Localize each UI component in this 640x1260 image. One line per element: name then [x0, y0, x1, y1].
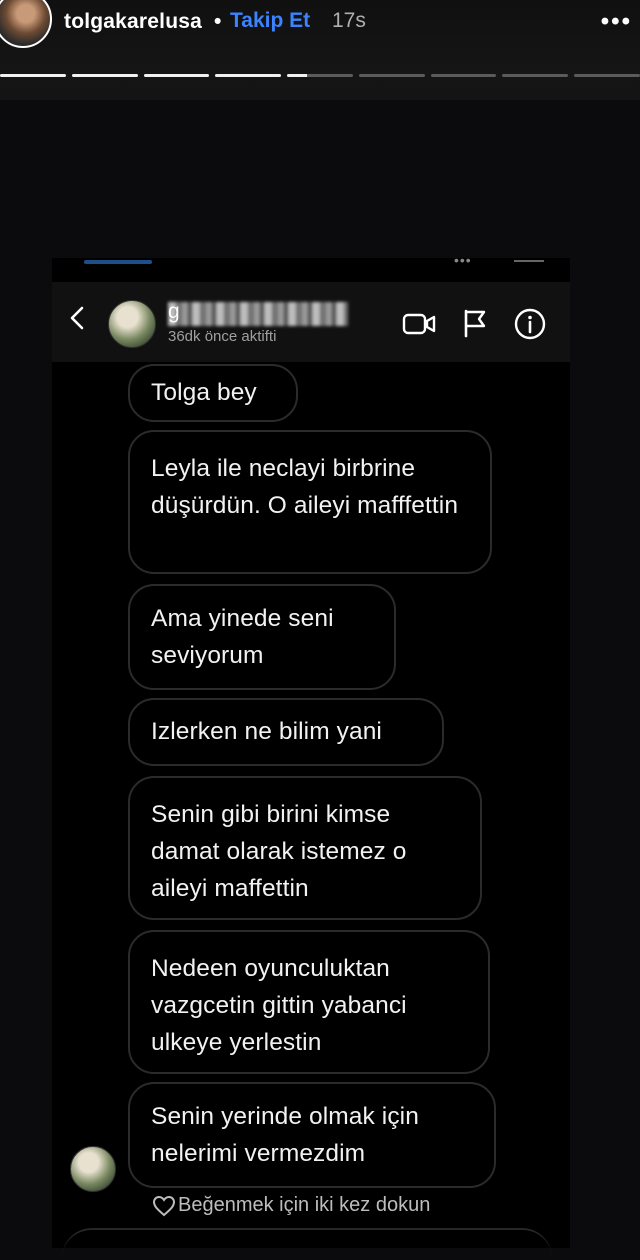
message-bubble[interactable]: Leyla ile neclayi birbrine düşürdün. O a… — [128, 430, 492, 574]
heart-icon[interactable] — [152, 1195, 176, 1217]
message-bubble[interactable]: Ama yinede seni seviyorum — [128, 584, 396, 690]
info-icon[interactable] — [514, 308, 546, 340]
progress-segment — [0, 74, 66, 77]
story-progress-bar — [0, 74, 640, 78]
dm-active-status: 36dk önce aktifti — [168, 328, 277, 345]
message-bubble[interactable]: Senin gibi birini kimse damat olarak ist… — [128, 776, 482, 920]
separator-dot: • — [214, 10, 222, 33]
sender-avatar[interactable] — [70, 1146, 116, 1192]
message-bubble[interactable]: Tolga bey — [128, 364, 298, 422]
story-avatar[interactable] — [0, 0, 52, 48]
progress-segment — [502, 74, 569, 77]
message-bubble[interactable]: Izlerken ne bilim yani — [128, 698, 444, 766]
like-hint-text: Beğenmek için iki kez dokun — [178, 1194, 431, 1216]
mini-more-icon: ••• — [454, 252, 472, 268]
progress-segment — [143, 74, 210, 77]
message-bubble[interactable]: Nedeen oyunculuktan vazgcetin gittin yab… — [128, 930, 490, 1074]
dm-avatar[interactable] — [108, 300, 156, 348]
dm-name-initial: g — [168, 300, 180, 323]
composer-edge — [62, 1228, 552, 1260]
progress-segment — [430, 74, 497, 77]
progress-segment — [71, 74, 138, 77]
tab-indicator — [84, 260, 152, 264]
progress-segment — [574, 74, 640, 77]
mini-dash — [514, 260, 544, 262]
story-header: tolgakarelusa • Takip Et 17s ••• — [0, 0, 640, 100]
video-call-icon[interactable] — [402, 312, 436, 336]
flag-icon[interactable] — [462, 308, 488, 338]
like-hint: Beğenmek için iki kez dokun — [152, 1194, 430, 1217]
progress-segment — [215, 74, 282, 77]
panel-top-edge: ••• — [52, 252, 570, 268]
dm-screenshot: ••• g 36dk önce aktifti Tolga bey Leyla … — [52, 252, 570, 1248]
back-icon[interactable] — [68, 306, 86, 330]
progress-segment — [287, 74, 353, 77]
progress-segment — [358, 74, 425, 77]
follow-button[interactable]: Takip Et — [230, 9, 310, 33]
message-bubble[interactable]: Senin yerinde olmak için nelerimi vermez… — [128, 1082, 496, 1188]
blurred-name — [168, 302, 348, 326]
more-options-icon[interactable]: ••• — [601, 8, 632, 36]
story-time: 17s — [332, 9, 366, 32]
story-username[interactable]: tolgakarelusa — [64, 10, 202, 34]
